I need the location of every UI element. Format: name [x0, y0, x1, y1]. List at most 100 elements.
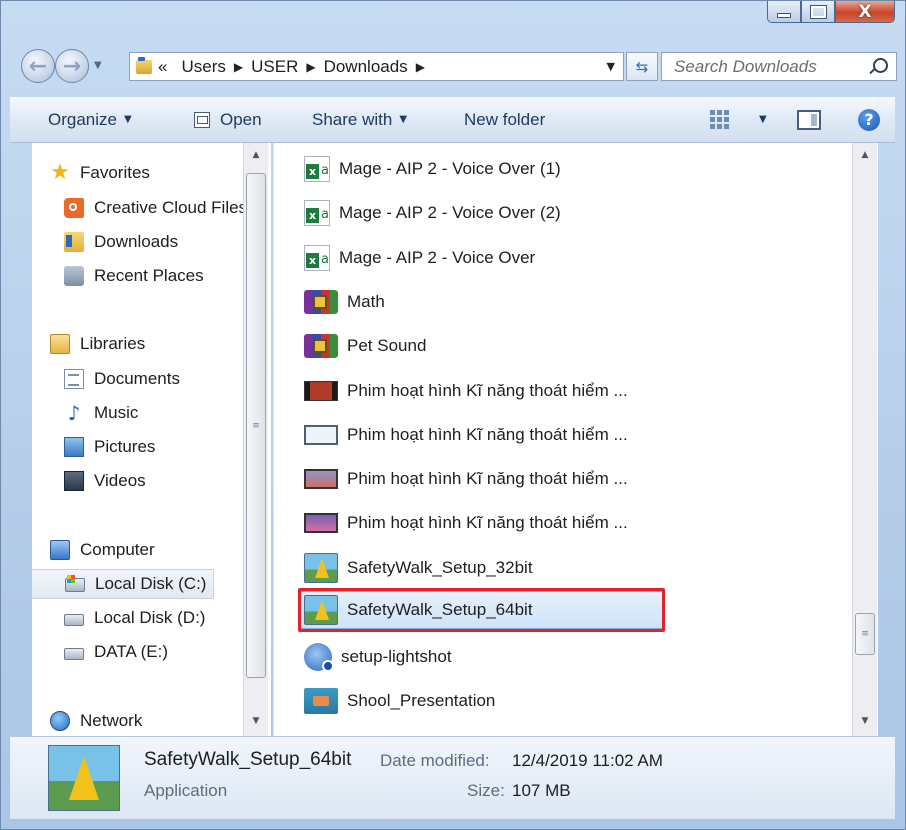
back-button[interactable]: ← — [21, 49, 55, 83]
file-item[interactable]: setup-lightshot — [304, 638, 452, 676]
search-input[interactable] — [672, 55, 866, 78]
breadcrumb-downloads[interactable]: Downloads — [324, 57, 408, 77]
maximize-icon — [809, 4, 827, 19]
scrollbar-thumb[interactable]: ≡ — [246, 173, 266, 678]
downloads-folder-icon — [136, 56, 152, 74]
sidebar-item-pictures[interactable]: Pictures — [64, 432, 155, 462]
music-note-icon: ♪ — [67, 401, 81, 425]
search-box[interactable] — [661, 52, 897, 81]
sidebar-header-network[interactable]: Network — [50, 706, 142, 736]
file-item[interactable]: Math — [304, 283, 385, 321]
refresh-button[interactable]: ⇆ — [626, 52, 658, 81]
open-button[interactable]: Open — [194, 97, 262, 142]
breadcrumb: « Users ▶ USER ▶ Downloads ▶ — [158, 57, 433, 77]
sidebar-item-label: Local Disk (C:) — [95, 574, 207, 593]
file-list-pane: Mage - AIP 2 - Voice Over (1) Mage - AIP… — [273, 143, 878, 736]
file-item[interactable]: Phim hoạt hình Kĩ năng thoát hiểm ... — [304, 460, 628, 498]
sidebar-item-data-e[interactable]: DATA (E:) — [64, 637, 168, 667]
size-label: Size: — [467, 781, 505, 800]
file-item[interactable]: SafetyWalk_Setup_32bit — [304, 549, 533, 587]
minimize-button[interactable] — [767, 1, 801, 23]
forward-button[interactable]: → — [55, 49, 89, 83]
maximize-button[interactable] — [801, 1, 835, 23]
share-with-label: Share with — [312, 109, 393, 129]
file-name: Math — [347, 292, 385, 311]
more-views-dropdown[interactable]: ▼ — [752, 97, 767, 142]
address-bar[interactable]: « Users ▶ USER ▶ Downloads ▶ ▼ — [129, 52, 624, 81]
file-item[interactable]: Shool_Presentation — [304, 682, 495, 720]
sidebar-item-recent-places[interactable]: Recent Places — [64, 261, 204, 291]
file-name: setup-lightshot — [341, 647, 452, 666]
scrollbar-thumb[interactable]: ≡ — [855, 613, 875, 655]
size-value: 107 MB — [512, 781, 571, 800]
scroll-up-arrow-icon[interactable]: ▲ — [853, 147, 877, 164]
close-button[interactable]: X — [835, 1, 895, 23]
file-item[interactable]: Pet Sound — [304, 327, 426, 365]
sidebar-item-music[interactable]: ♪ Music — [64, 398, 139, 428]
recent-pages-dropdown[interactable]: ▼ — [94, 60, 102, 71]
details-pane: SafetyWalk_Setup_64bit Application Date … — [10, 736, 895, 819]
pictures-icon — [64, 437, 84, 457]
sidebar-header-libraries[interactable]: Libraries — [50, 329, 145, 359]
preview-pane-button[interactable] — [797, 97, 821, 142]
breadcrumb-user[interactable]: USER — [251, 57, 298, 77]
videos-icon — [64, 471, 84, 491]
sidebar-item-documents[interactable]: Documents — [64, 364, 180, 394]
sidebar-item-label: DATA (E:) — [94, 642, 168, 661]
navigation-pane-scrollbar[interactable]: ▲ ≡ ▼ — [243, 143, 268, 736]
file-list-scrollbar[interactable]: ▲ ≡ ▼ — [852, 143, 877, 736]
file-item[interactable]: Phim hoạt hình Kĩ năng thoát hiểm ... — [304, 372, 628, 410]
sidebar-header-favorites[interactable]: ★ Favorites — [50, 158, 150, 188]
file-item[interactable]: Mage - AIP 2 - Voice Over — [304, 239, 535, 277]
scroll-down-arrow-icon[interactable]: ▼ — [244, 713, 268, 730]
recent-places-icon — [64, 266, 84, 286]
open-label: Open — [220, 109, 262, 129]
libraries-icon — [50, 334, 70, 354]
address-history-dropdown-icon[interactable]: ▼ — [607, 60, 615, 73]
sidebar-item-videos[interactable]: Videos — [64, 466, 146, 496]
details-file-type: Application — [144, 781, 228, 800]
back-arrow-icon: ← — [28, 53, 48, 79]
documents-icon — [64, 369, 84, 389]
forward-arrow-icon: → — [62, 53, 82, 79]
navigation-bar: ← → ▼ « Users ▶ USER ▶ Downloads ▶ ▼ ⇆ — [21, 45, 897, 87]
file-item[interactable]: Mage - AIP 2 - Voice Over (2) — [304, 194, 561, 232]
sidebar-header-computer[interactable]: Computer — [50, 535, 155, 565]
sidebar-item-label: Pictures — [94, 437, 156, 456]
share-with-button[interactable]: Share with ▼ — [312, 97, 407, 142]
sidebar-item-local-disk-d[interactable]: Local Disk (D:) — [64, 603, 205, 633]
organize-button[interactable]: Organize ▼ — [48, 97, 132, 142]
sidebar-item-label: Videos — [94, 471, 146, 490]
hard-drive-icon — [64, 648, 84, 660]
change-view-button[interactable] — [710, 97, 730, 142]
search-icon[interactable] — [873, 58, 888, 73]
sidebar-item-downloads[interactable]: Downloads — [64, 227, 178, 257]
navigation-pane: ★ Favorites Creative Cloud Files Download… — [32, 143, 271, 736]
file-name: Mage - AIP 2 - Voice Over — [339, 248, 536, 267]
file-item[interactable]: Mage - AIP 2 - Voice Over (1) — [304, 150, 561, 188]
new-folder-button[interactable]: New folder — [464, 97, 545, 142]
downloads-folder-icon — [64, 232, 84, 252]
scroll-up-arrow-icon[interactable]: ▲ — [244, 147, 268, 164]
sidebar-item-label: Recent Places — [94, 266, 204, 285]
breadcrumb-arrow-icon[interactable]: ▶ — [234, 60, 243, 74]
winrar-archive-icon — [304, 334, 338, 358]
file-item[interactable]: Phim hoạt hình Kĩ năng thoát hiểm ... — [304, 504, 628, 542]
chevron-down-icon: ▼ — [399, 114, 408, 125]
breadcrumb-overflow[interactable]: « — [158, 57, 167, 77]
breadcrumb-users[interactable]: Users — [181, 57, 225, 77]
sidebar-item-local-disk-c[interactable]: Local Disk (C:) — [32, 569, 214, 599]
file-item[interactable]: Phim hoạt hình Kĩ năng thoát hiểm ... — [304, 416, 628, 454]
command-bar: Organize ▼ Open Share with ▼ New folder ▼ … — [10, 97, 895, 143]
date-modified-label: Date modified: — [380, 751, 490, 770]
breadcrumb-arrow-icon[interactable]: ▶ — [416, 60, 425, 74]
red-highlight-annotation — [298, 588, 665, 632]
video-thumbnail-icon — [304, 425, 338, 445]
network-globe-icon — [50, 711, 70, 731]
sidebar-item-label: Creative Cloud Files — [94, 198, 248, 217]
scroll-down-arrow-icon[interactable]: ▼ — [853, 713, 877, 730]
creative-cloud-icon — [64, 198, 84, 218]
breadcrumb-arrow-icon[interactable]: ▶ — [306, 60, 315, 74]
help-button[interactable]: ? — [858, 97, 880, 142]
sidebar-item-creative-cloud-files[interactable]: Creative Cloud Files — [64, 193, 247, 223]
